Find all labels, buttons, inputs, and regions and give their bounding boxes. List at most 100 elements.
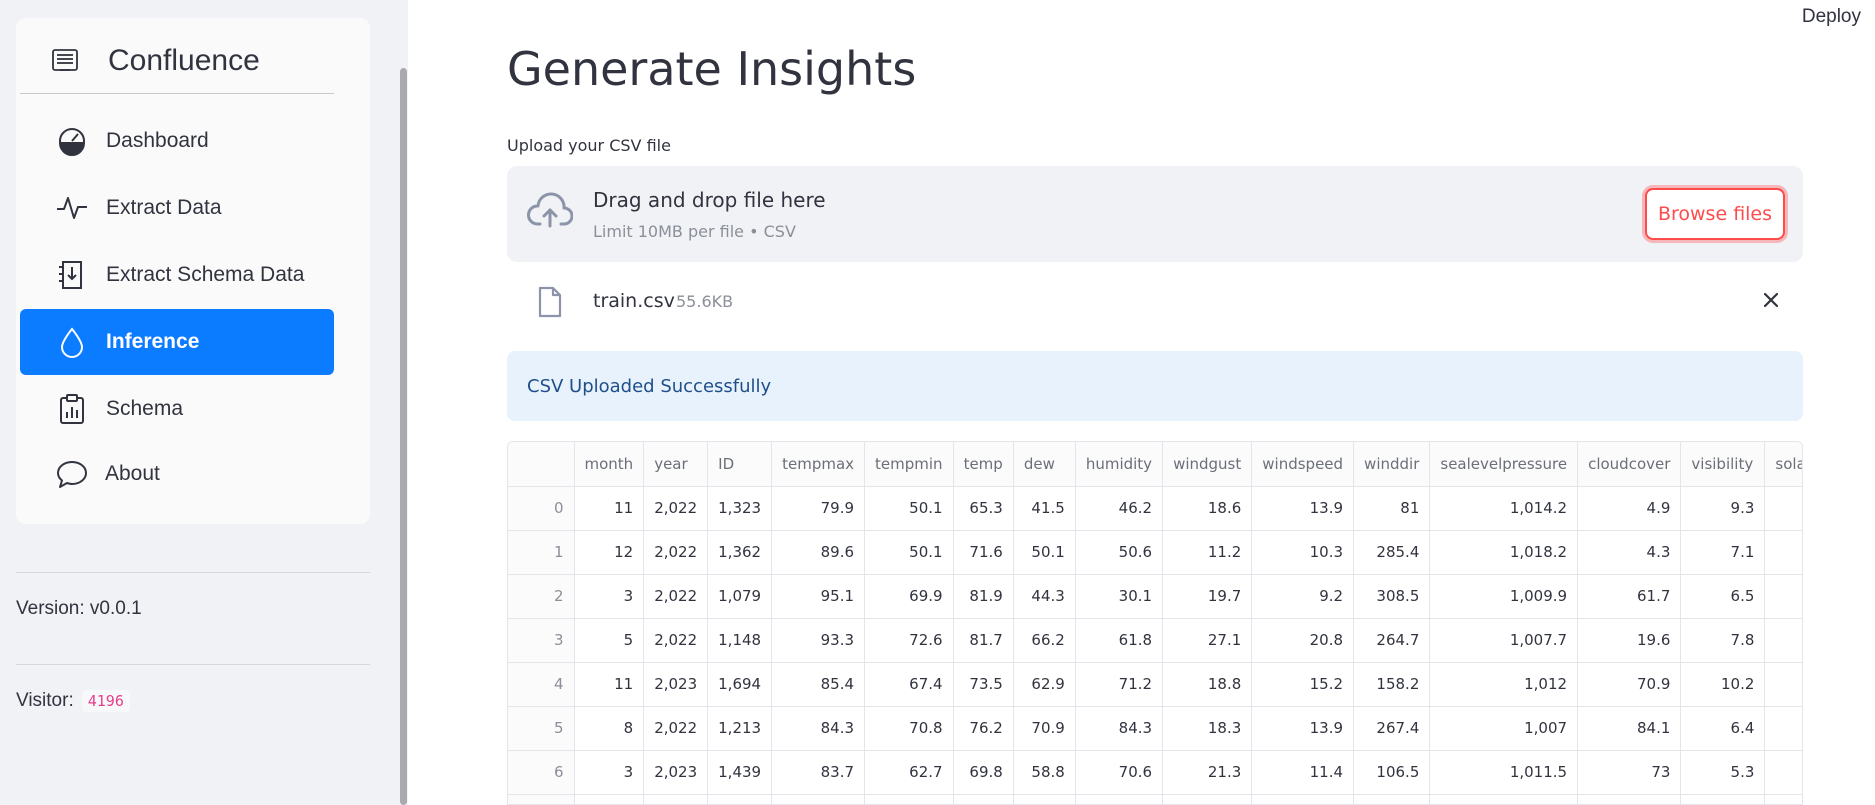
table-cell[interactable] xyxy=(864,794,954,804)
table-row[interactable]: 3 5 2,022 1,148 93.3 72.6 81.7 66.2 61.8 27.1 20.8… xyxy=(508,618,1802,663)
table-cell[interactable]: 158.2 xyxy=(1353,662,1431,707)
table-cell[interactable]: 76.2 xyxy=(953,706,1014,751)
sidebar-item-about[interactable]: About xyxy=(20,441,334,507)
table-cell[interactable]: 65.3 xyxy=(953,486,1014,531)
table-cell[interactable]: 81 xyxy=(1353,486,1431,531)
table-cell[interactable]: 2,022 xyxy=(643,486,709,531)
table-cell[interactable]: 1,007.7 xyxy=(1429,618,1579,663)
table-cell[interactable]: 95.1 xyxy=(771,574,866,619)
table-cell[interactable]: 7.8 xyxy=(1680,618,1766,663)
table-cell[interactable]: 73 xyxy=(1577,750,1682,795)
table-cell[interactable]: 4.9 xyxy=(1577,486,1682,531)
table-cell[interactable] xyxy=(643,794,709,804)
table-cell[interactable]: 72.6 xyxy=(864,618,954,663)
table-cell[interactable]: 89.6 xyxy=(771,530,866,575)
table-cell[interactable]: 11 xyxy=(574,662,645,707)
row-index[interactable]: 2 xyxy=(508,574,575,619)
row-index[interactable] xyxy=(508,794,575,804)
table-cell[interactable]: 1,694 xyxy=(707,662,773,707)
table-cell[interactable]: 61.8 xyxy=(1075,618,1164,663)
table-row[interactable] xyxy=(508,794,1802,804)
close-icon[interactable] xyxy=(1759,288,1783,312)
table-cell[interactable]: 81.7 xyxy=(953,618,1014,663)
table-cell[interactable]: 1,079 xyxy=(707,574,773,619)
table-cell[interactable]: 62.7 xyxy=(864,750,954,795)
column-header[interactable]: winddir xyxy=(1353,442,1431,487)
table-cell[interactable]: 1,362 xyxy=(707,530,773,575)
table-cell[interactable]: 3 xyxy=(574,574,645,619)
row-index[interactable]: 0 xyxy=(508,486,575,531)
table-row[interactable]: 5 8 2,022 1,213 84.3 70.8 76.2 70.9 84.3 18.3 13.9… xyxy=(508,706,1802,751)
column-header[interactable]: tempmax xyxy=(771,442,866,487)
table-cell[interactable]: 41.5 xyxy=(1013,486,1076,531)
table-cell[interactable]: 308.5 xyxy=(1353,574,1431,619)
table-cell[interactable]: 11.2 xyxy=(1162,530,1253,575)
table-cell[interactable]: 1,009.9 xyxy=(1429,574,1579,619)
table-cell[interactable]: 18.3 xyxy=(1162,706,1253,751)
table-cell[interactable]: 71.6 xyxy=(953,530,1014,575)
column-header[interactable] xyxy=(508,442,575,487)
table-cell[interactable] xyxy=(707,794,773,804)
table-cell[interactable]: 9.3 xyxy=(1680,486,1766,531)
table-cell[interactable]: 81.9 xyxy=(953,574,1014,619)
table-cell[interactable] xyxy=(1764,530,1802,575)
table-cell[interactable] xyxy=(1764,706,1802,751)
table-row[interactable]: 4 11 2,023 1,694 85.4 67.4 73.5 62.9 71.2 18.8 15.… xyxy=(508,662,1802,707)
column-header[interactable]: dew xyxy=(1013,442,1076,487)
table-row[interactable]: 2 3 2,022 1,079 95.1 69.9 81.9 44.3 30.1 19.7 9.2 3… xyxy=(508,574,1802,619)
column-header[interactable]: sealevelpressure xyxy=(1429,442,1579,487)
table-cell[interactable]: 18.8 xyxy=(1162,662,1253,707)
table-cell[interactable]: 267.4 xyxy=(1353,706,1431,751)
table-cell[interactable]: 15.2 xyxy=(1251,662,1355,707)
table-cell[interactable]: 285.4 xyxy=(1353,530,1431,575)
table-cell[interactable] xyxy=(1764,486,1802,531)
row-index[interactable]: 6 xyxy=(508,750,575,795)
table-cell[interactable] xyxy=(1680,794,1766,804)
table-cell[interactable]: 1,012 xyxy=(1429,662,1579,707)
column-header[interactable]: windgust xyxy=(1162,442,1253,487)
sidebar-item-dashboard[interactable]: Dashboard xyxy=(20,108,334,174)
table-cell[interactable]: 12 xyxy=(574,530,645,575)
table-cell[interactable]: 70.9 xyxy=(1013,706,1076,751)
table-cell[interactable]: 4.3 xyxy=(1577,530,1682,575)
table-cell[interactable]: 69.9 xyxy=(864,574,954,619)
table-cell[interactable]: 19.6 xyxy=(1577,618,1682,663)
table-row[interactable]: 1 12 2,022 1,362 89.6 50.1 71.6 50.1 50.6 11.2 10.… xyxy=(508,530,1802,575)
table-cell[interactable]: 264.7 xyxy=(1353,618,1431,663)
column-header[interactable]: cloudcover xyxy=(1577,442,1682,487)
table-cell[interactable] xyxy=(1577,794,1682,804)
browse-files-button[interactable]: Browse files xyxy=(1645,188,1785,240)
table-cell[interactable]: 67.4 xyxy=(864,662,954,707)
table-cell[interactable] xyxy=(1764,574,1802,619)
column-header[interactable]: temp xyxy=(953,442,1014,487)
sidebar-item-extract-schema-data[interactable]: Extract Schema Data xyxy=(20,242,334,308)
table-cell[interactable]: 73.5 xyxy=(953,662,1014,707)
table-cell[interactable]: 2,022 xyxy=(643,618,709,663)
table-cell[interactable] xyxy=(1764,750,1802,795)
table-cell[interactable] xyxy=(1764,662,1802,707)
table-cell[interactable]: 1,011.5 xyxy=(1429,750,1579,795)
table-cell[interactable]: 1,439 xyxy=(707,750,773,795)
table-cell[interactable]: 11.4 xyxy=(1251,750,1355,795)
column-header[interactable]: month xyxy=(574,442,645,487)
table-cell[interactable]: 30.1 xyxy=(1075,574,1164,619)
table-cell[interactable]: 50.1 xyxy=(1013,530,1076,575)
table-cell[interactable]: 18.6 xyxy=(1162,486,1253,531)
table-cell[interactable]: 1,323 xyxy=(707,486,773,531)
column-header[interactable]: solarra xyxy=(1764,442,1802,487)
table-cell[interactable] xyxy=(1764,794,1802,804)
row-index[interactable]: 3 xyxy=(508,618,575,663)
table-cell[interactable] xyxy=(1429,794,1579,804)
table-cell[interactable]: 10.3 xyxy=(1251,530,1355,575)
table-cell[interactable] xyxy=(771,794,866,804)
table-cell[interactable]: 83.7 xyxy=(771,750,866,795)
table-cell[interactable]: 71.2 xyxy=(1075,662,1164,707)
table-cell[interactable]: 5.3 xyxy=(1680,750,1766,795)
table-cell[interactable] xyxy=(1251,794,1355,804)
table-cell[interactable]: 2,022 xyxy=(643,530,709,575)
table-cell[interactable]: 84.3 xyxy=(771,706,866,751)
file-dropzone[interactable]: Drag and drop file here Limit 10MB per f… xyxy=(507,166,1803,262)
table-cell[interactable]: 50.1 xyxy=(864,486,954,531)
table-cell[interactable]: 84.1 xyxy=(1577,706,1682,751)
sidebar-item-schema[interactable]: Schema xyxy=(20,376,334,442)
